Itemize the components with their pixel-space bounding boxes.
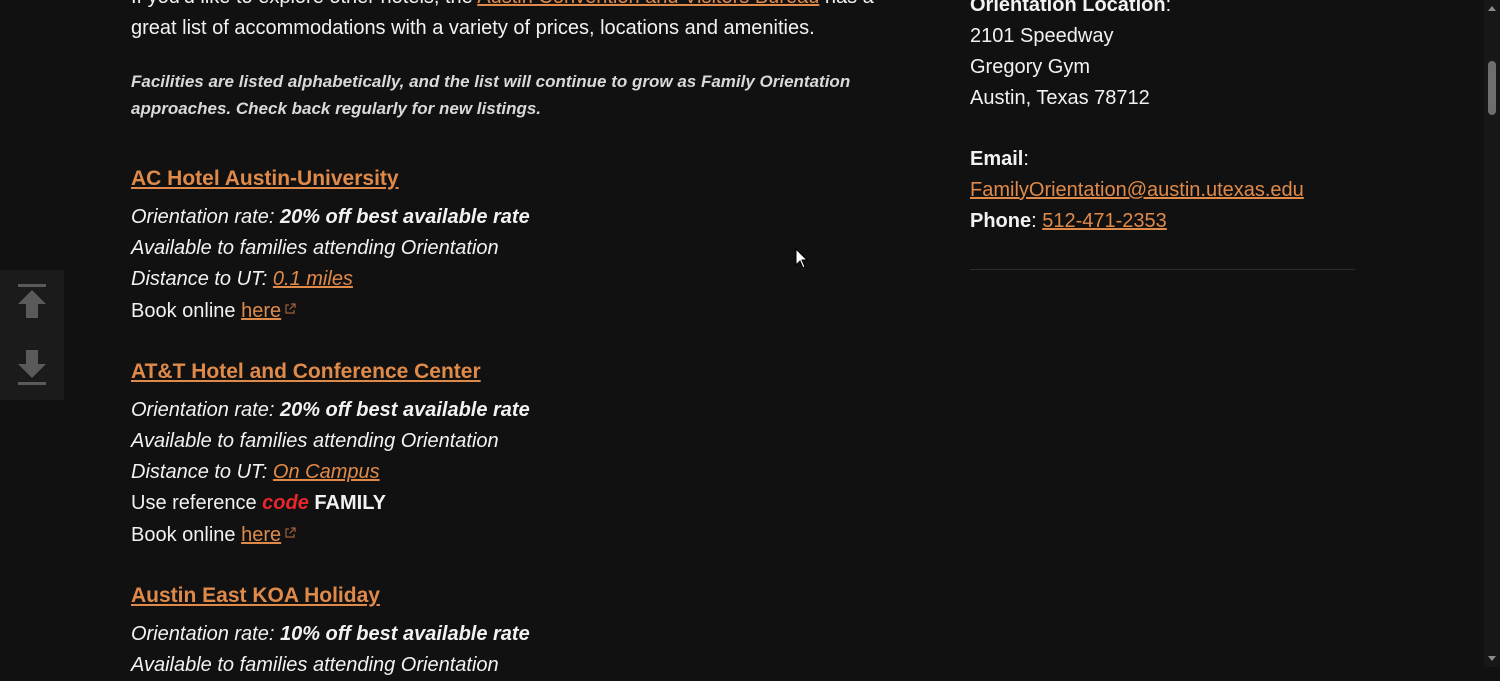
book-here-link[interactable]: here xyxy=(241,300,281,322)
sidebar-contact: Orientation Location: 2101 Speedway Greg… xyxy=(970,0,1355,270)
address-line: Austin, Texas 78712 xyxy=(970,87,1150,109)
address-line: Gregory Gym xyxy=(970,56,1091,78)
mouse-cursor-icon xyxy=(795,247,809,275)
email-label: Email xyxy=(970,148,1024,170)
arrow-down-to-bottom-icon[interactable] xyxy=(14,348,50,388)
book-online: Book online here xyxy=(131,519,911,551)
rate-value: 20% off best available rate xyxy=(279,399,530,421)
book-label: Book online xyxy=(131,524,242,546)
availability-text: Available to families attending Orientat… xyxy=(131,237,499,259)
rate-value: 10% off best available rate xyxy=(279,623,530,645)
distance-link[interactable]: 0.1 miles xyxy=(273,268,353,290)
availability-text: Available to families attending Orientat… xyxy=(131,430,499,452)
sidebar-divider xyxy=(970,269,1355,270)
hotel-name-link[interactable]: AT&T Hotel and Conference Center xyxy=(131,360,481,383)
orientation-rate: Orientation rate: 20% off best available… xyxy=(131,395,911,426)
intro-text-before: If you'd like to explore other hotels, t… xyxy=(131,0,477,8)
distance: Distance to UT: On Campus xyxy=(131,457,911,488)
vertical-scrollbar[interactable] xyxy=(1484,0,1500,667)
location-label: Orientation Location xyxy=(970,0,1166,16)
email-heading: Email: xyxy=(970,144,1355,175)
orientation-rate: Orientation rate: 10% off best available… xyxy=(131,619,911,650)
availability-text: Available to families attending Orientat… xyxy=(131,654,499,676)
rate-label: Orientation rate: xyxy=(131,623,280,645)
rate-label: Orientation rate: xyxy=(131,399,280,421)
book-label: Book online xyxy=(131,300,242,322)
phone-link[interactable]: 512-471-2353 xyxy=(1042,210,1167,232)
phone-colon: : xyxy=(1031,210,1043,232)
distance-label: Distance to UT: xyxy=(131,268,273,290)
hotel-listing: AT&T Hotel and Conference Center Orienta… xyxy=(131,359,911,551)
visitors-bureau-link[interactable]: Austin Convention and Visitors Bureau xyxy=(477,0,819,8)
hotel-listing: AC Hotel Austin-University Orientation r… xyxy=(131,166,911,327)
listing-note: Facilities are listed alphabetically, an… xyxy=(131,72,851,118)
location-colon: : xyxy=(1165,0,1172,16)
code-word: code xyxy=(262,492,309,514)
hotel-name-link[interactable]: AC Hotel Austin-University xyxy=(131,167,399,190)
hotel-name-link[interactable]: Austin East KOA Holiday xyxy=(131,584,380,607)
arrow-up-to-top-icon[interactable] xyxy=(14,282,50,322)
scrollbar-thumb[interactable] xyxy=(1488,61,1496,115)
book-online: Book online here xyxy=(131,295,911,327)
orientation-rate: Orientation rate: 20% off best available… xyxy=(131,202,911,233)
code-value: FAMILY xyxy=(314,492,386,514)
location-heading: Orientation Location: xyxy=(970,0,1355,21)
phone-label: Phone xyxy=(970,210,1032,232)
address-line: 2101 Speedway xyxy=(970,25,1114,47)
email-link[interactable]: FamilyOrientation@austin.utexas.edu xyxy=(970,179,1304,201)
intro-paragraph: If you'd like to explore other hotels, t… xyxy=(131,0,911,44)
distance-label: Distance to UT: xyxy=(131,461,273,483)
code-label: Use reference xyxy=(131,492,263,514)
distance: Distance to UT: 0.1 miles xyxy=(131,264,911,295)
rate-label: Orientation rate: xyxy=(131,206,280,228)
phone-row: Phone: 512-471-2353 xyxy=(970,206,1355,237)
scroll-down-arrow-icon[interactable] xyxy=(1488,656,1496,661)
main-content: If you'd like to explore other hotels, t… xyxy=(131,0,911,681)
external-link-icon xyxy=(284,519,296,550)
distance-link[interactable]: On Campus xyxy=(273,461,380,483)
book-here-link[interactable]: here xyxy=(241,524,281,546)
rate-value: 20% off best available rate xyxy=(279,206,530,228)
reference-code: Use reference code FAMILY xyxy=(131,488,911,519)
external-link-icon xyxy=(284,295,296,326)
scroll-up-arrow-icon[interactable] xyxy=(1488,6,1496,11)
email-colon: : xyxy=(1023,148,1029,170)
hotel-listing: Austin East KOA Holiday Orientation rate… xyxy=(131,583,911,681)
scroll-nav-widget xyxy=(0,270,64,400)
